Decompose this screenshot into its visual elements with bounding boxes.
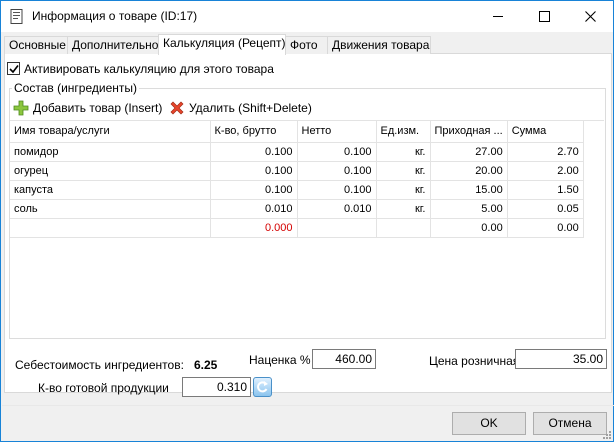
close-button[interactable] <box>567 1 613 32</box>
add-product-button[interactable]: Добавить товар (Insert) <box>13 99 162 117</box>
minimize-button[interactable] <box>475 1 521 32</box>
cell-name[interactable]: помидор <box>10 142 211 162</box>
cell-sum[interactable]: 2.00 <box>507 161 584 181</box>
cell-sum[interactable]: 1.50 <box>507 180 584 200</box>
cell-gross-qty[interactable]: 0.100 <box>210 161 298 181</box>
cell-unit[interactable]: кг. <box>376 180 431 200</box>
ok-button[interactable]: OK <box>452 412 526 435</box>
tab-photo[interactable]: Фото <box>285 36 328 54</box>
table-row[interactable]: огурец 0.100 0.100 кг. 20.00 2.00 <box>10 161 584 181</box>
maximize-button[interactable] <box>521 1 567 32</box>
ingredients-grid[interactable]: Имя товара/услуги К-во, брутто Нетто Ед.… <box>10 120 604 337</box>
column-header-gross-qty[interactable]: К-во, брутто <box>210 121 298 143</box>
cell-net[interactable]: 0.100 <box>297 180 377 200</box>
retail-price-input[interactable]: 35.00 <box>515 349 607 369</box>
recalculate-button[interactable] <box>253 377 272 397</box>
plus-icon <box>13 100 29 116</box>
refresh-icon <box>257 381 268 393</box>
delete-product-label: Удалить (Shift+Delete) <box>189 101 312 115</box>
product-info-window: Информация о товаре (ID:17) Основные Доп… <box>0 0 614 442</box>
cell-name[interactable]: капуста <box>10 180 211 200</box>
tab-strip: Основные Дополнительно Калькуляция (Реце… <box>4 34 612 55</box>
cell-name[interactable] <box>10 218 211 238</box>
tab-calculation[interactable]: Калькуляция (Рецепт) <box>158 34 286 55</box>
cell-name[interactable]: огурец <box>10 161 211 181</box>
add-product-label: Добавить товар (Insert) <box>33 101 163 115</box>
window-title: Информация о товаре (ID:17) <box>32 9 198 23</box>
table-row-new[interactable]: 0.000 0.00 0.00 <box>10 218 584 238</box>
tab-additional[interactable]: Дополнительно <box>67 36 159 54</box>
cell-unit[interactable]: кг. <box>376 161 431 181</box>
cell-sum[interactable]: 0.00 <box>507 218 584 238</box>
table-row[interactable]: капуста 0.100 0.100 кг. 15.00 1.50 <box>10 180 584 200</box>
markup-input[interactable]: 460.00 <box>312 349 376 369</box>
column-header-net[interactable]: Нетто <box>297 121 377 143</box>
output-qty-input[interactable]: 0.310 <box>182 377 251 397</box>
retail-price-label: Цена розничная <box>429 354 520 368</box>
output-qty-label: К-во готовой продукции <box>38 381 169 395</box>
document-icon <box>10 9 24 24</box>
column-header-unit[interactable]: Ед.изм. <box>376 121 431 143</box>
column-header-name[interactable]: Имя товара/услуги <box>10 121 211 143</box>
cell-net[interactable] <box>297 218 377 238</box>
cancel-button[interactable]: Отмена <box>533 412 607 435</box>
delete-product-button[interactable]: Удалить (Shift+Delete) <box>169 99 312 117</box>
title-bar: Информация о товаре (ID:17) <box>1 1 613 32</box>
cell-name[interactable]: соль <box>10 199 211 219</box>
ingredients-cost-value: 6.25 <box>194 358 218 372</box>
grid-header-row: Имя товара/услуги К-во, брутто Нетто Ед.… <box>10 121 584 143</box>
ingredients-cost-label: Себестоимость ингредиентов: <box>15 358 184 372</box>
cell-purchase-price[interactable]: 5.00 <box>430 199 508 219</box>
resize-grip-icon[interactable] <box>601 429 611 439</box>
cell-purchase-price[interactable]: 27.00 <box>430 142 508 162</box>
activate-calculation-label[interactable]: Активировать калькуляцию для этого товар… <box>24 62 274 76</box>
markup-label: Наценка % <box>249 353 311 367</box>
close-icon <box>585 11 596 22</box>
table-row[interactable]: соль 0.010 0.010 кг. 5.00 0.05 <box>10 199 584 219</box>
cell-purchase-price[interactable]: 15.00 <box>430 180 508 200</box>
column-header-sum[interactable]: Сумма <box>507 121 584 143</box>
cell-net[interactable]: 0.100 <box>297 161 377 181</box>
cell-purchase-price[interactable]: 0.00 <box>430 218 508 238</box>
cell-gross-qty[interactable]: 0.100 <box>210 180 298 200</box>
cell-net[interactable]: 0.010 <box>297 199 377 219</box>
cell-purchase-price[interactable]: 20.00 <box>430 161 508 181</box>
cell-sum[interactable]: 0.05 <box>507 199 584 219</box>
cell-unit[interactable]: кг. <box>376 142 431 162</box>
cell-gross-qty[interactable]: 0.010 <box>210 199 298 219</box>
cell-unit[interactable]: кг. <box>376 199 431 219</box>
activate-calculation-checkbox[interactable] <box>7 62 20 75</box>
column-header-purchase-price[interactable]: Приходная ... <box>430 121 508 143</box>
cell-gross-qty[interactable]: 0.100 <box>210 142 298 162</box>
tab-product-movements[interactable]: Движения товара <box>327 36 431 54</box>
footer-divider <box>2 405 614 406</box>
cell-unit[interactable] <box>376 218 431 238</box>
cell-gross-qty[interactable]: 0.000 <box>210 218 298 238</box>
delete-x-icon <box>170 101 184 115</box>
cell-net[interactable]: 0.100 <box>297 142 377 162</box>
checkmark-icon <box>9 65 19 74</box>
cell-sum[interactable]: 2.70 <box>507 142 584 162</box>
ingredients-group-title: Состав (ингредиенты) <box>12 81 139 95</box>
table-row[interactable]: помидор 0.100 0.100 кг. 27.00 2.70 <box>10 142 584 162</box>
tab-main[interactable]: Основные <box>4 36 68 54</box>
